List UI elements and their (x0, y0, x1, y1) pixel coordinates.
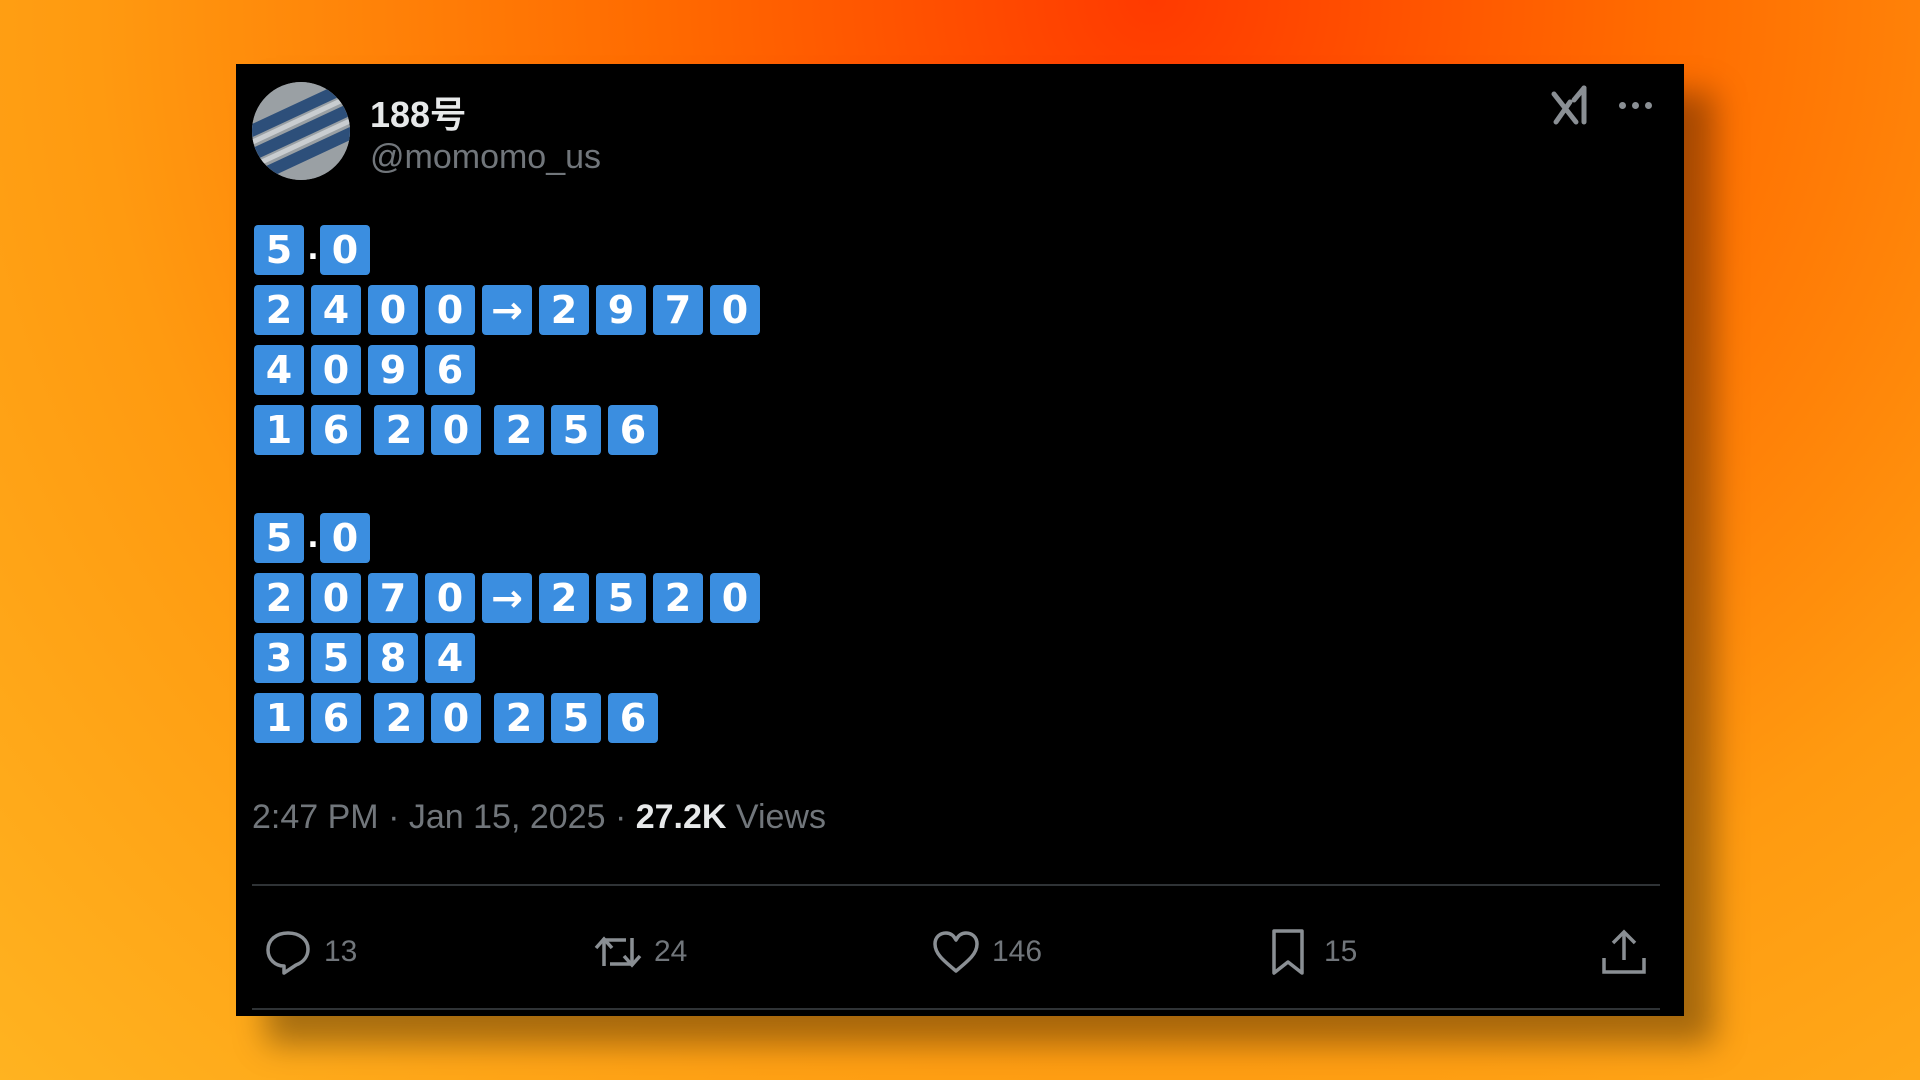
keycap-digit: 5 (551, 405, 601, 455)
keycap-digit: 6 (425, 345, 475, 395)
repost-count: 24 (654, 935, 688, 968)
bookmark-icon (1272, 929, 1304, 975)
keycap-digit: 6 (608, 693, 658, 743)
post-line: 16 20 256 (254, 400, 767, 460)
keycap-digit: 0 (311, 345, 361, 395)
share-button[interactable] (1598, 912, 1650, 992)
post-meta: 2:47 PM · Jan 15, 2025 · 27.2K Views (252, 798, 826, 837)
keycap-digit: 2 (494, 693, 544, 743)
keycap-digit: 2 (374, 405, 424, 455)
keycap-digit: 0 (710, 285, 760, 335)
arrow-right-icon: → (482, 285, 532, 335)
reply-icon (266, 931, 310, 975)
keycap-digit: 8 (368, 633, 418, 683)
bookmark-button[interactable]: 15 (1262, 912, 1357, 992)
keycap-digit: 5 (254, 513, 304, 563)
action-bar: 13 24 146 15 (236, 912, 1684, 992)
keycap-digit: 0 (431, 693, 481, 743)
keycap-digit: 0 (320, 513, 370, 563)
post-line: 3584 (254, 628, 767, 688)
avatar[interactable] (252, 82, 350, 180)
repost-icon (594, 936, 642, 968)
post-date[interactable]: Jan 15, 2025 (409, 798, 606, 836)
keycap-digit: 0 (710, 573, 760, 623)
post-line: 5.0 (254, 220, 767, 280)
keycap-digit: 2 (254, 285, 304, 335)
keycap-digit: 6 (311, 405, 361, 455)
display-name[interactable]: 188号 (370, 86, 466, 138)
keycap-digit: 5 (254, 225, 304, 275)
post-text: 5.0 2 4 0 0 → 2 9 7 0 4096 16 20 256 5.0 2 0 7 0 → 2 5… (254, 220, 767, 748)
keycap-digit: 9 (368, 345, 418, 395)
keycap-digit: 2 (653, 573, 703, 623)
keycap-digit: 0 (431, 405, 481, 455)
keycap-digit: 0 (320, 225, 370, 275)
more-options-icon[interactable] (1614, 84, 1656, 126)
post-time[interactable]: 2:47 PM (252, 798, 379, 836)
repost-button[interactable]: 24 (592, 912, 687, 992)
keycap-digit: 2 (374, 693, 424, 743)
bookmark-count: 15 (1324, 935, 1358, 968)
keycap-digit: 2 (254, 573, 304, 623)
arrow-right-icon: → (482, 573, 532, 623)
meta-separator: · (388, 798, 400, 836)
divider (252, 884, 1660, 886)
reply-button[interactable]: 13 (262, 912, 357, 992)
like-button[interactable]: 146 (930, 912, 1042, 992)
keycap-digit: 5 (311, 633, 361, 683)
keycap-digit: 0 (425, 573, 475, 623)
keycap-digit: 7 (368, 573, 418, 623)
user-handle[interactable]: @momomo_us (370, 138, 601, 177)
heart-icon (933, 931, 979, 973)
keycap-digit: 6 (608, 405, 658, 455)
post-line: 4096 (254, 340, 767, 400)
keycap-digit: 6 (311, 693, 361, 743)
keycap-digit: 0 (311, 573, 361, 623)
keycap-digit: 2 (494, 405, 544, 455)
period: . (307, 232, 319, 267)
keycap-digit: 4 (311, 285, 361, 335)
views-count[interactable]: 27.2K (636, 798, 727, 836)
divider (252, 1008, 1660, 1010)
keycap-digit: 2 (539, 285, 589, 335)
post-line: 5.0 (254, 508, 767, 568)
like-count: 146 (992, 935, 1043, 968)
meta-separator: · (614, 798, 627, 836)
post-line: 2 0 7 0 → 2 5 2 0 (254, 568, 767, 628)
grok-icon[interactable] (1548, 82, 1594, 128)
keycap-digit: 5 (551, 693, 601, 743)
post-line: 2 4 0 0 → 2 9 7 0 (254, 280, 767, 340)
keycap-digit: 7 (653, 285, 703, 335)
post-line: 16 20 256 (254, 688, 767, 748)
reply-count: 13 (324, 935, 358, 968)
keycap-digit: 4 (254, 345, 304, 395)
post-card: 188号 @momomo_us 5.0 2 4 0 0 → 2 9 7 0 4096 16 20… (236, 64, 1684, 1016)
keycap-digit: 3 (254, 633, 304, 683)
keycap-digit: 4 (425, 633, 475, 683)
keycap-digit: 0 (425, 285, 475, 335)
keycap-digit: 2 (539, 573, 589, 623)
share-icon (1602, 929, 1646, 974)
period: . (307, 520, 319, 555)
keycap-digit: 1 (254, 405, 304, 455)
keycap-digit: 9 (596, 285, 646, 335)
keycap-digit: 1 (254, 693, 304, 743)
views-label: Views (735, 798, 826, 836)
keycap-digit: 5 (596, 573, 646, 623)
keycap-digit: 0 (368, 285, 418, 335)
